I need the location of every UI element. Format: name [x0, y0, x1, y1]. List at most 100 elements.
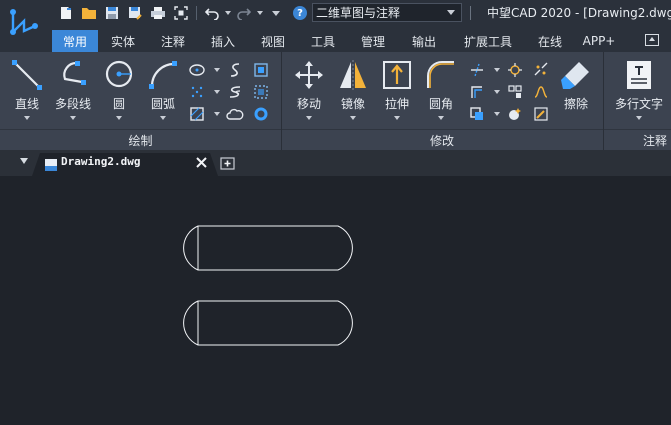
tab-extensions[interactable]: 扩展工具	[450, 30, 526, 52]
save-button[interactable]	[102, 3, 122, 23]
edit-tool-button[interactable]	[532, 105, 550, 123]
cloud-icon	[226, 108, 244, 120]
explode-tool-button[interactable]	[506, 61, 524, 79]
join-tool-button[interactable]	[532, 83, 550, 101]
redo-button[interactable]	[234, 3, 254, 23]
break-tool-button[interactable]	[532, 61, 550, 79]
array-icon	[508, 85, 522, 98]
rectangle-tool-button[interactable]	[252, 61, 270, 79]
rectangle-icon	[254, 63, 268, 77]
arc-tool-label: 圆弧	[150, 97, 175, 111]
spline-tool-button[interactable]	[226, 61, 244, 79]
spline-icon	[230, 63, 240, 77]
polyline-dropdown-icon[interactable]	[70, 116, 76, 120]
tab-insert[interactable]: 插入	[198, 30, 248, 52]
mtext-dropdown-icon[interactable]	[636, 116, 642, 120]
workspace-select[interactable]: 二维草图与注释	[312, 3, 462, 22]
line-tool-button[interactable]: 直线	[4, 58, 50, 120]
copy-tool-button[interactable]	[468, 105, 486, 123]
trim-dropdown-icon[interactable]	[494, 68, 500, 72]
curve-icon	[229, 86, 241, 98]
redo-dropdown-icon[interactable]	[257, 11, 263, 15]
tab-view[interactable]: 视图	[248, 30, 298, 52]
fillet-tool-button[interactable]: 圆角	[418, 58, 464, 120]
point-tool-button[interactable]	[188, 83, 206, 101]
window-title: 中望CAD 2020 - [Drawing2.dwg]	[487, 6, 671, 20]
undo-dropdown-icon[interactable]	[225, 11, 231, 15]
point-icon	[191, 86, 203, 98]
line-icon	[12, 60, 42, 90]
ellipse-tool-button[interactable]	[188, 61, 206, 79]
tab-solid[interactable]: 实体	[98, 30, 148, 52]
mtext-tool-button[interactable]: 多行文字	[614, 58, 664, 120]
fit-view-button[interactable]	[171, 3, 191, 23]
move-icon	[295, 61, 323, 89]
eraser-icon	[561, 62, 589, 89]
hatch-tool-button[interactable]	[188, 105, 206, 123]
fit-view-icon	[174, 6, 188, 20]
line-dropdown-icon[interactable]	[24, 116, 30, 120]
revcloud-tool-button[interactable]	[226, 83, 244, 101]
help-icon[interactable]: ?	[293, 6, 307, 20]
cloud-tool-button[interactable]	[226, 105, 244, 123]
fillet-dropdown-icon[interactable]	[438, 116, 444, 120]
circle-dropdown-icon[interactable]	[116, 116, 122, 120]
ellipse-dropdown-icon[interactable]	[214, 68, 220, 72]
undo-button[interactable]	[202, 3, 222, 23]
copy-dropdown-icon[interactable]	[494, 112, 500, 116]
move-dropdown-icon[interactable]	[306, 116, 312, 120]
customize-icon	[272, 11, 280, 16]
slot-shape-top[interactable]	[183, 225, 353, 271]
array-tool-button[interactable]	[506, 83, 524, 101]
slot-shape-bottom[interactable]	[183, 300, 353, 346]
offset-dropdown-icon[interactable]	[494, 90, 500, 94]
tab-online[interactable]: 在线	[526, 30, 574, 52]
mirror-dropdown-icon[interactable]	[350, 116, 356, 120]
erase-tool-button[interactable]: 擦除	[553, 58, 599, 112]
app-logo-icon[interactable]	[4, 4, 44, 48]
quick-access-toolbar: ?	[56, 3, 307, 23]
ellipse-icon	[189, 64, 205, 76]
line-tool-label: 直线	[14, 97, 39, 111]
print-button[interactable]	[148, 3, 168, 23]
move-tool-button[interactable]: 移动	[286, 58, 332, 120]
new-tab-icon[interactable]	[220, 157, 236, 170]
tab-annotate[interactable]: 注释	[148, 30, 198, 52]
save-icon	[106, 7, 118, 19]
tab-app-plus[interactable]: APP+	[574, 30, 624, 52]
offset-icon	[471, 86, 482, 98]
erase-tool-label: 擦除	[563, 97, 588, 111]
save-as-icon	[129, 7, 142, 20]
arc-dropdown-icon[interactable]	[160, 116, 166, 120]
trim-tool-button[interactable]	[468, 61, 486, 79]
region-tool-button[interactable]	[252, 83, 270, 101]
minimize-ribbon-icon[interactable]	[645, 34, 659, 46]
stretch-dropdown-icon[interactable]	[394, 116, 400, 120]
polyline-tool-label: 多段线	[54, 97, 91, 111]
donut-tool-button[interactable]	[252, 105, 270, 123]
polyline-tool-button[interactable]: 多段线	[50, 58, 96, 120]
scale-tool-button[interactable]	[506, 105, 524, 123]
tab-home[interactable]: 常用	[52, 30, 98, 52]
close-icon[interactable]	[196, 157, 207, 168]
new-file-button[interactable]	[56, 3, 76, 23]
drawing-canvas[interactable]	[0, 176, 671, 425]
arc-tool-button[interactable]: 圆弧	[140, 58, 186, 120]
mirror-tool-button[interactable]: 镜像	[330, 58, 376, 120]
point-dropdown-icon[interactable]	[214, 90, 220, 94]
modify-panel-label: 修改	[429, 134, 454, 148]
document-list-dropdown-icon[interactable]	[20, 158, 28, 164]
undo-icon	[205, 8, 219, 20]
chevron-down-icon	[447, 10, 455, 15]
customize-button[interactable]	[266, 3, 286, 23]
open-button[interactable]	[79, 3, 99, 23]
drawing-geometry	[183, 225, 353, 346]
stretch-tool-button[interactable]: 拉伸	[374, 58, 420, 120]
tab-tools[interactable]: 工具	[298, 30, 348, 52]
offset-tool-button[interactable]	[468, 83, 486, 101]
save-as-button[interactable]	[125, 3, 145, 23]
tab-manage[interactable]: 管理	[348, 30, 398, 52]
hatch-dropdown-icon[interactable]	[214, 112, 220, 116]
tab-output[interactable]: 输出	[398, 30, 450, 52]
circle-tool-button[interactable]: 圆	[96, 58, 142, 120]
